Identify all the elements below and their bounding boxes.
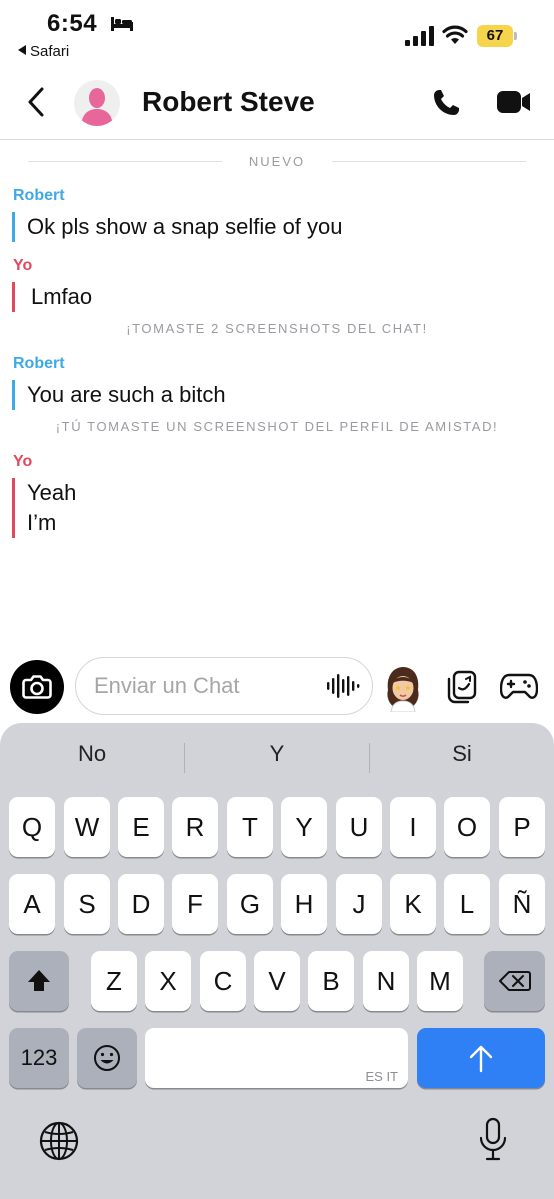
key-x[interactable]: X — [145, 951, 191, 1011]
key-n-tilde[interactable]: Ñ — [499, 874, 545, 934]
camera-icon — [22, 675, 52, 699]
key-t[interactable]: T — [227, 797, 273, 857]
key-l[interactable]: L — [444, 874, 490, 934]
key-k[interactable]: K — [390, 874, 436, 934]
key-i[interactable]: I — [390, 797, 436, 857]
key-v[interactable]: V — [254, 951, 300, 1011]
keyboard: No Y Si Q W E R T Y U I O P A S D F G H … — [0, 723, 554, 1199]
message-text[interactable]: You are such a bitch — [12, 380, 226, 410]
status-bar: 6:54 Safari 67 — [0, 0, 554, 70]
message-line: Yeah — [27, 480, 77, 505]
back-to-safari[interactable]: Safari — [18, 43, 69, 60]
game-controller-icon[interactable] — [500, 670, 538, 702]
send-key[interactable] — [417, 1028, 545, 1088]
suggestion-bar: No Y Si — [0, 723, 554, 793]
key-r[interactable]: R — [172, 797, 218, 857]
camera-button[interactable] — [10, 660, 64, 714]
key-e[interactable]: E — [118, 797, 164, 857]
message-line: I’m — [27, 510, 57, 535]
battery-tip — [514, 32, 517, 40]
shift-key[interactable] — [9, 951, 69, 1011]
backspace-icon — [498, 971, 531, 991]
screenshot-notice: ¡TOMASTE 2 SCREENSHOTS DEL CHAT! — [126, 321, 428, 336]
key-p[interactable]: P — [499, 797, 545, 857]
contact-name[interactable]: Robert Steve — [142, 86, 315, 118]
sender-label: Robert — [13, 187, 65, 204]
key-o[interactable]: O — [444, 797, 490, 857]
emoji-key[interactable] — [77, 1028, 137, 1088]
message-text[interactable]: Ok pls show a snap selfie of you — [12, 212, 343, 242]
shift-icon — [28, 970, 50, 991]
key-j[interactable]: J — [336, 874, 382, 934]
suggestion-item[interactable]: Y — [185, 741, 369, 767]
key-q[interactable]: Q — [9, 797, 55, 857]
sender-label: Yo — [13, 453, 33, 470]
message-text[interactable]: Yeah I’m — [12, 478, 76, 538]
sender-label: Yo — [13, 257, 33, 274]
back-app-label: Safari — [30, 43, 70, 60]
globe-icon[interactable] — [38, 1120, 80, 1162]
divider-line-right — [332, 161, 526, 162]
key-m[interactable]: M — [417, 951, 463, 1011]
battery-indicator: 67 — [477, 25, 517, 47]
screenshot-notice: ¡TÚ TOMASTE UN SCREENSHOT DEL PERFIL DE … — [55, 419, 499, 434]
wifi-icon — [442, 25, 468, 44]
video-camera-icon[interactable] — [496, 88, 532, 116]
key-a[interactable]: A — [9, 874, 55, 934]
bed-icon — [111, 17, 133, 31]
microphone-icon[interactable] — [478, 1116, 508, 1164]
battery-level: 67 — [486, 27, 504, 44]
key-s[interactable]: S — [64, 874, 110, 934]
key-d[interactable]: D — [118, 874, 164, 934]
status-time: 6:54 — [47, 10, 98, 37]
key-z[interactable]: Z — [91, 951, 137, 1011]
avatar[interactable] — [74, 80, 120, 126]
voice-note-icon[interactable] — [326, 672, 360, 700]
chat-header: Robert Steve — [0, 70, 554, 140]
chat-input[interactable] — [75, 657, 373, 715]
key-f[interactable]: F — [172, 874, 218, 934]
space-key[interactable]: ES IT — [145, 1028, 408, 1088]
key-w[interactable]: W — [64, 797, 110, 857]
chat-text-field[interactable] — [94, 670, 314, 702]
key-y[interactable]: Y — [281, 797, 327, 857]
bitmoji-icon[interactable] — [383, 664, 423, 712]
key-g[interactable]: G — [227, 874, 273, 934]
cellular-signal-icon — [405, 26, 434, 46]
suggestion-item[interactable]: Si — [370, 741, 554, 767]
suggestion-item[interactable]: No — [0, 741, 184, 767]
default-avatar-icon — [81, 88, 113, 126]
message-text[interactable]: Lmfao — [12, 282, 92, 312]
delete-key[interactable] — [484, 951, 545, 1011]
arrow-up-icon — [469, 1045, 493, 1073]
key-c[interactable]: C — [200, 951, 246, 1011]
key-b[interactable]: B — [308, 951, 354, 1011]
key-n[interactable]: N — [363, 951, 409, 1011]
back-arrow-icon — [18, 45, 26, 55]
phone-icon[interactable] — [430, 87, 462, 119]
keyboard-language-label: ES IT — [365, 1069, 398, 1084]
back-chevron-icon[interactable] — [22, 84, 52, 120]
emoji-icon — [94, 1045, 120, 1071]
sender-label: Robert — [13, 355, 65, 372]
key-h[interactable]: H — [281, 874, 327, 934]
numbers-key[interactable]: 123 — [9, 1028, 69, 1088]
new-messages-divider: NUEVO — [28, 152, 526, 172]
key-u[interactable]: U — [336, 797, 382, 857]
sticker-icon[interactable] — [446, 670, 478, 704]
